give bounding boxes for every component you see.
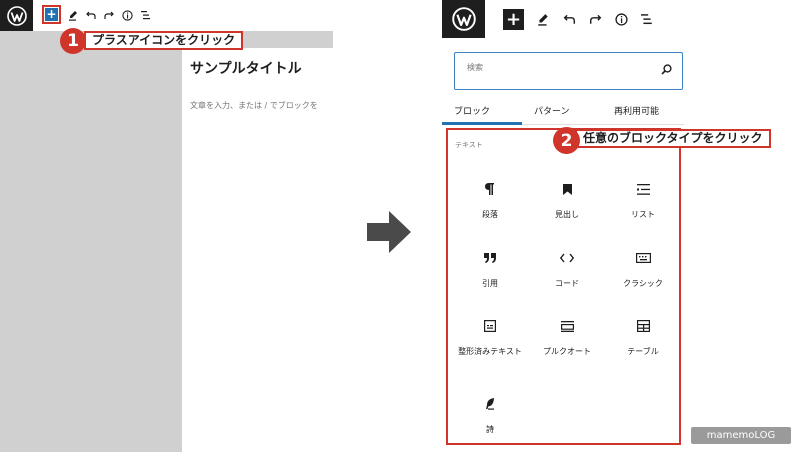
callout-1-badge: 1 [60,28,86,54]
block-pullquote[interactable]: プルクオート [532,317,602,358]
block-heading[interactable]: 見出し [532,180,602,221]
wordpress-icon [451,7,476,31]
plus-icon: + [505,9,522,30]
info-icon[interactable] [613,11,629,27]
arrow-right-icon [367,211,411,253]
search-icon[interactable] [661,64,672,75]
block-quote[interactable]: 引用 [455,249,525,290]
block-paragraph[interactable]: 段落 [455,180,525,221]
list-view-icon[interactable] [139,8,153,22]
pullquote-icon [532,317,602,335]
wordpress-icon [6,5,27,26]
tab-blocks[interactable]: ブロック [454,104,490,117]
block-search-input[interactable] [467,63,647,72]
category-label: テキスト [455,141,483,149]
tab-reusable[interactable]: 再利用可能 [614,104,659,117]
plus-icon: + [45,7,58,21]
pencil-icon[interactable] [535,11,551,27]
post-title[interactable]: サンプルタイトル [190,58,302,78]
list-view-icon[interactable] [639,11,655,27]
info-icon[interactable] [120,8,134,22]
wordpress-logo-button[interactable] [0,0,33,31]
classic-icon [608,249,678,267]
redo-icon[interactable] [102,8,116,22]
redo-icon[interactable] [587,11,603,27]
callout-2-badge: 2 [553,127,580,154]
block-search-box [454,52,683,90]
preformatted-icon [455,317,525,335]
quote-icon [455,249,525,267]
table-icon [608,317,678,335]
verse-icon [455,395,525,413]
editor-canvas-background [0,31,182,452]
close-inserter-button[interactable]: + [503,9,524,30]
block-table[interactable]: テーブル [608,317,678,358]
undo-icon[interactable] [561,11,577,27]
code-icon [532,249,602,267]
block-verse[interactable]: 詩 [455,395,525,436]
block-code[interactable]: コード [532,249,602,290]
wordpress-logo-button[interactable] [442,0,485,38]
block-classic[interactable]: クラシック [608,249,678,290]
post-body-placeholder[interactable]: 文章を入力、または / でブロックを [190,100,318,111]
tab-patterns[interactable]: パターン [534,104,570,117]
block-list[interactable]: リスト [608,180,678,221]
pencil-icon[interactable] [66,8,80,22]
undo-icon[interactable] [84,8,98,22]
active-tab-indicator [442,122,522,125]
heading-icon [532,180,602,198]
list-icon [608,180,678,198]
callout-2-label: 任意のブロックタイプをクリック [575,129,771,148]
watermark-badge: mamemoLOG [691,427,791,444]
callout-1-label: プラスアイコンをクリック [84,31,244,50]
editor-screenshot-left: + サンプルタイトル 文章を入力、または / でブロックを [0,0,333,452]
block-preformatted[interactable]: 整形済みテキスト [455,317,525,358]
paragraph-icon [455,180,525,198]
block-inserter-button[interactable]: + [42,5,61,24]
